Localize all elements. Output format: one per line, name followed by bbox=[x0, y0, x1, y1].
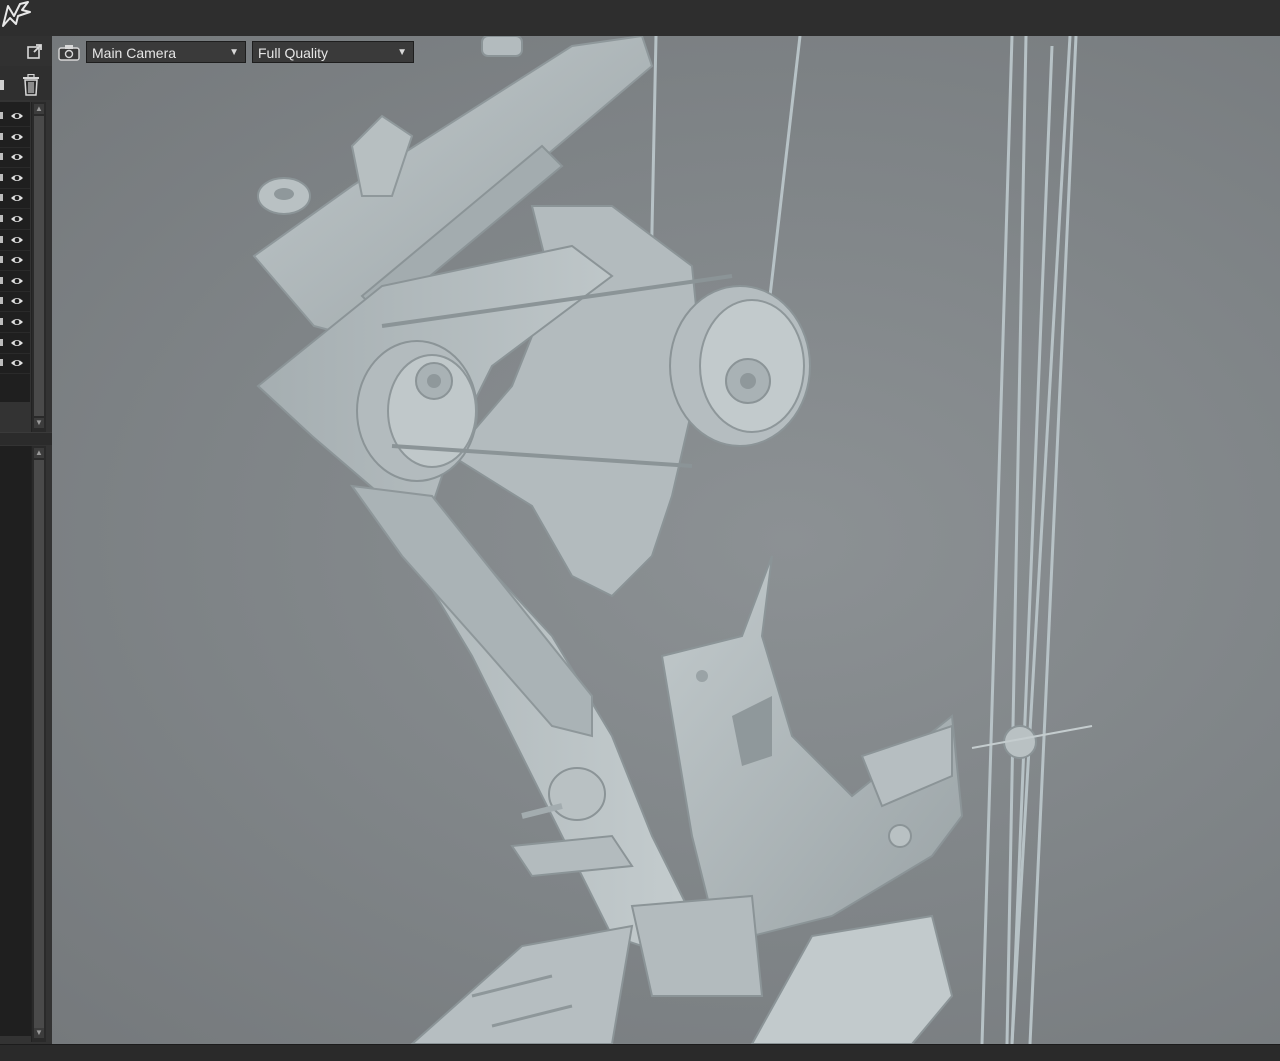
layer-row[interactable] bbox=[0, 353, 30, 375]
layer-thumbnail bbox=[0, 276, 3, 284]
grip-section bbox=[410, 894, 954, 1044]
layer-row[interactable] bbox=[0, 147, 30, 169]
layer-row[interactable] bbox=[0, 291, 30, 313]
layer-thumbnail bbox=[0, 215, 3, 222]
scroll-thumb[interactable] bbox=[34, 460, 44, 1030]
layer-row[interactable] bbox=[0, 271, 30, 292]
layer-row[interactable] bbox=[0, 312, 30, 333]
layer-row[interactable] bbox=[0, 188, 30, 210]
layer-options-icon[interactable] bbox=[0, 80, 4, 90]
eye-icon[interactable] bbox=[10, 337, 24, 349]
layer-row[interactable] bbox=[0, 209, 30, 230]
lower-panel bbox=[0, 446, 32, 1036]
3d-viewport[interactable]: Main Camera ▼ Full Quality ▼ bbox=[52, 36, 1280, 1044]
eye-icon[interactable] bbox=[10, 131, 24, 143]
layer-row[interactable] bbox=[0, 127, 30, 148]
layer-thumbnail bbox=[0, 297, 3, 305]
layer-thumbnail bbox=[0, 153, 3, 161]
layer-thumbnail bbox=[0, 359, 3, 367]
app-logo-icon[interactable] bbox=[0, 0, 34, 30]
layer-thumbnail bbox=[0, 173, 3, 181]
layer-thumbnail bbox=[0, 132, 3, 140]
scroll-down-icon[interactable]: ▼ bbox=[34, 1028, 44, 1038]
layer-row[interactable] bbox=[0, 106, 30, 127]
chevron-down-icon: ▼ bbox=[397, 47, 407, 58]
layer-list-scrollbar[interactable]: ▲ ▼ bbox=[31, 102, 46, 432]
camera-icon[interactable] bbox=[58, 44, 80, 62]
layer-row[interactable] bbox=[0, 333, 30, 354]
panel-divider[interactable] bbox=[0, 432, 52, 445]
top-bar bbox=[0, 0, 1280, 37]
quality-dropdown[interactable]: Full Quality ▼ bbox=[252, 41, 414, 63]
layer-row[interactable] bbox=[0, 168, 30, 189]
scroll-up-icon[interactable]: ▲ bbox=[34, 104, 44, 114]
panel-header bbox=[0, 36, 52, 66]
chevron-down-icon: ▼ bbox=[229, 47, 239, 58]
quality-dropdown-value: Full Quality bbox=[258, 45, 329, 61]
eye-icon[interactable] bbox=[10, 357, 24, 369]
left-panel: ▲ ▼ ▲ ▼ bbox=[0, 36, 52, 1044]
camera-dropdown[interactable]: Main Camera ▼ bbox=[86, 41, 246, 63]
eye-icon[interactable] bbox=[10, 295, 24, 307]
scroll-thumb[interactable] bbox=[34, 116, 44, 416]
scroll-up-icon[interactable]: ▲ bbox=[34, 448, 44, 458]
popout-icon[interactable] bbox=[27, 43, 43, 59]
layer-row[interactable] bbox=[0, 230, 30, 251]
eye-icon[interactable] bbox=[10, 254, 24, 266]
status-bar bbox=[0, 1044, 1280, 1061]
lower-panel-scrollbar[interactable]: ▲ ▼ bbox=[31, 446, 46, 1042]
eye-icon[interactable] bbox=[10, 110, 24, 122]
layer-thumbnail bbox=[0, 112, 3, 119]
eye-icon[interactable] bbox=[10, 192, 24, 204]
layer-thumbnail bbox=[0, 256, 3, 264]
layer-thumbnail bbox=[0, 194, 3, 202]
eye-icon[interactable] bbox=[10, 275, 24, 287]
eye-icon[interactable] bbox=[10, 151, 24, 163]
layer-thumbnail bbox=[0, 235, 3, 243]
scroll-down-icon[interactable]: ▼ bbox=[34, 418, 44, 428]
eye-icon[interactable] bbox=[10, 316, 24, 328]
eye-icon[interactable] bbox=[10, 172, 24, 184]
layer-thumbnail bbox=[0, 318, 3, 325]
model-render bbox=[252, 36, 1093, 1044]
trash-icon[interactable] bbox=[21, 74, 41, 96]
layer-thumbnail bbox=[0, 338, 3, 346]
eye-icon[interactable] bbox=[10, 213, 24, 225]
layer-list bbox=[0, 102, 30, 402]
layer-row[interactable] bbox=[0, 250, 30, 272]
eye-icon[interactable] bbox=[10, 234, 24, 246]
camera-dropdown-value: Main Camera bbox=[92, 45, 177, 61]
